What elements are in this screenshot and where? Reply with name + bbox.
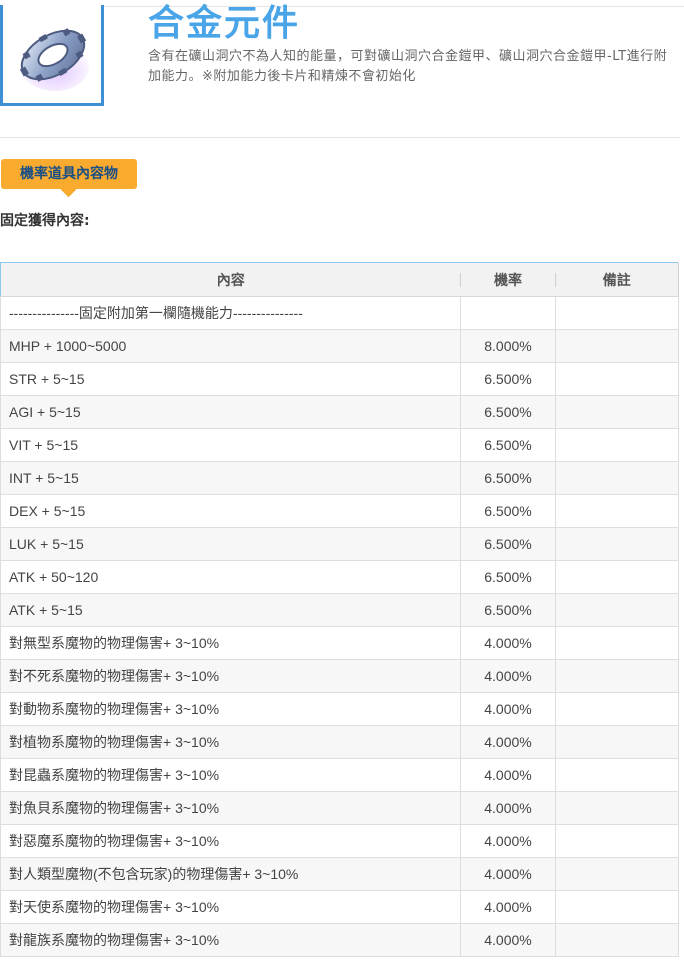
- row-content: VIT + 5~15: [0, 428, 461, 462]
- row-rate: 4.000%: [460, 890, 556, 924]
- table-row: 對惡魔系魔物的物理傷害+ 3~10% 4.000%: [0, 824, 679, 858]
- table-row: VIT + 5~15 6.500%: [0, 428, 679, 462]
- table-header-row: 內容 機率 備註: [0, 262, 679, 297]
- row-note: [555, 362, 679, 396]
- row-content: 對人類型魔物(不包含玩家)的物理傷害+ 3~10%: [0, 857, 461, 891]
- row-content: 對植物系魔物的物理傷害+ 3~10%: [0, 725, 461, 759]
- table-row: 對天使系魔物的物理傷害+ 3~10% 4.000%: [0, 890, 679, 924]
- table-row: MHP + 1000~5000 8.000%: [0, 329, 679, 363]
- row-rate: 4.000%: [460, 692, 556, 726]
- row-content: 對龍族系魔物的物理傷害+ 3~10%: [0, 923, 461, 957]
- section-tag-label: 機率道具內容物: [20, 166, 118, 182]
- row-content: AGI + 5~15: [0, 395, 461, 429]
- table-body: ---------------固定附加第一欄隨機能力--------------…: [0, 296, 679, 957]
- probability-table: 內容 機率 備註 ---------------固定附加第一欄隨機能力-----…: [0, 262, 679, 957]
- row-content: 對魚貝系魔物的物理傷害+ 3~10%: [0, 791, 461, 825]
- fixed-contents-label: 固定獲得內容:: [0, 213, 90, 229]
- row-rate: 6.500%: [460, 428, 556, 462]
- table-row: 對昆蟲系魔物的物理傷害+ 3~10% 4.000%: [0, 758, 679, 792]
- table-row: 對動物系魔物的物理傷害+ 3~10% 4.000%: [0, 692, 679, 726]
- section-divider: [0, 137, 680, 138]
- table-row: ---------------固定附加第一欄隨機能力--------------…: [0, 296, 679, 330]
- header-content: 內容: [0, 262, 461, 297]
- row-rate: 4.000%: [460, 824, 556, 858]
- item-image: [0, 5, 104, 106]
- row-note: [555, 560, 679, 594]
- table-row: 對人類型魔物(不包含玩家)的物理傷害+ 3~10% 4.000%: [0, 857, 679, 891]
- item-title: 合金元件: [148, 3, 301, 44]
- row-note: [555, 725, 679, 759]
- row-note: [555, 494, 679, 528]
- header-note: 備註: [555, 262, 679, 297]
- row-note: [555, 857, 679, 891]
- row-rate: 4.000%: [460, 923, 556, 957]
- row-note: [555, 659, 679, 693]
- table-row: 對龍族系魔物的物理傷害+ 3~10% 4.000%: [0, 923, 679, 957]
- row-rate: 4.000%: [460, 791, 556, 825]
- row-note: [555, 758, 679, 792]
- row-content: STR + 5~15: [0, 362, 461, 396]
- row-rate: 4.000%: [460, 758, 556, 792]
- row-rate: 6.500%: [460, 560, 556, 594]
- row-content: ATK + 50~120: [0, 560, 461, 594]
- row-note: [555, 692, 679, 726]
- row-note: [555, 428, 679, 462]
- row-note: [555, 824, 679, 858]
- row-note: [555, 890, 679, 924]
- row-note: [555, 395, 679, 429]
- row-note: [555, 626, 679, 660]
- row-rate: 6.500%: [460, 461, 556, 495]
- row-content: ATK + 5~15: [0, 593, 461, 627]
- row-content: 對昆蟲系魔物的物理傷害+ 3~10%: [0, 758, 461, 792]
- table-row: DEX + 5~15 6.500%: [0, 494, 679, 528]
- table-row: 對不死系魔物的物理傷害+ 3~10% 4.000%: [0, 659, 679, 693]
- alloy-gear-icon: [19, 28, 89, 91]
- row-note: [555, 461, 679, 495]
- row-rate: 6.500%: [460, 527, 556, 561]
- row-note: [555, 593, 679, 627]
- row-content: 對天使系魔物的物理傷害+ 3~10%: [0, 890, 461, 924]
- row-content: 對不死系魔物的物理傷害+ 3~10%: [0, 659, 461, 693]
- table-row: 對魚貝系魔物的物理傷害+ 3~10% 4.000%: [0, 791, 679, 825]
- section-tag: 機率道具內容物: [1, 159, 137, 198]
- table-row: LUK + 5~15 6.500%: [0, 527, 679, 561]
- row-rate: 8.000%: [460, 329, 556, 363]
- row-content: DEX + 5~15: [0, 494, 461, 528]
- row-note: [555, 791, 679, 825]
- tag-pointer: [60, 181, 77, 198]
- row-content: ---------------固定附加第一欄隨機能力--------------…: [0, 296, 461, 330]
- row-content: 對無型系魔物的物理傷害+ 3~10%: [0, 626, 461, 660]
- table-row: INT + 5~15 6.500%: [0, 461, 679, 495]
- table-row: STR + 5~15 6.500%: [0, 362, 679, 396]
- item-description: 含有在礦山洞穴不為人知的能量，可對礦山洞穴合金鎧甲、礦山洞穴合金鎧甲-LT進行附…: [148, 49, 668, 84]
- table-row: ATK + 5~15 6.500%: [0, 593, 679, 627]
- row-note: [555, 296, 679, 330]
- row-content: 對動物系魔物的物理傷害+ 3~10%: [0, 692, 461, 726]
- row-rate: 6.500%: [460, 593, 556, 627]
- header-rate: 機率: [460, 262, 556, 297]
- row-note: [555, 923, 679, 957]
- row-rate: 6.500%: [460, 494, 556, 528]
- row-content: INT + 5~15: [0, 461, 461, 495]
- row-rate: 4.000%: [460, 659, 556, 693]
- row-rate: 4.000%: [460, 626, 556, 660]
- table-row: 對植物系魔物的物理傷害+ 3~10% 4.000%: [0, 725, 679, 759]
- row-rate: 6.500%: [460, 395, 556, 429]
- row-content: LUK + 5~15: [0, 527, 461, 561]
- row-rate: 6.500%: [460, 362, 556, 396]
- row-rate: 4.000%: [460, 725, 556, 759]
- row-rate: 4.000%: [460, 857, 556, 891]
- table-row: AGI + 5~15 6.500%: [0, 395, 679, 429]
- row-rate: [460, 296, 556, 330]
- row-note: [555, 527, 679, 561]
- row-content: 對惡魔系魔物的物理傷害+ 3~10%: [0, 824, 461, 858]
- table-row: 對無型系魔物的物理傷害+ 3~10% 4.000%: [0, 626, 679, 660]
- row-content: MHP + 1000~5000: [0, 329, 461, 363]
- table-row: ATK + 50~120 6.500%: [0, 560, 679, 594]
- row-note: [555, 329, 679, 363]
